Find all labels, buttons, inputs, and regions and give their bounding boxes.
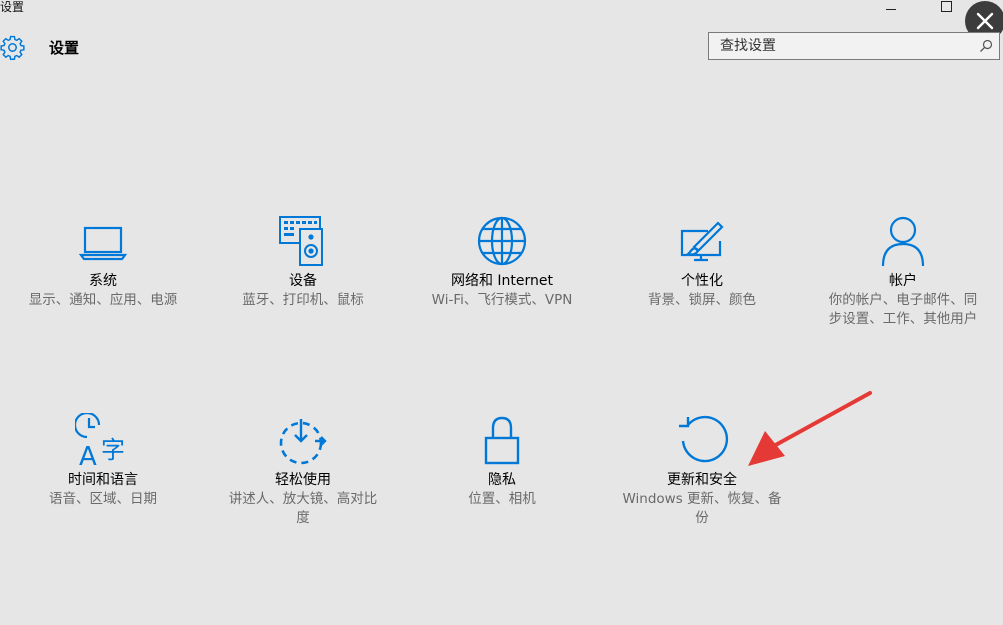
tile-label: 系统 (89, 273, 117, 289)
maximize-icon (940, 0, 952, 12)
search-icon[interactable] (979, 39, 993, 53)
tile-description: 显示、通知、应用、电源 (28, 292, 178, 308)
tile-label: 隐私 (488, 472, 516, 488)
time-language-icon: A 字 (75, 413, 125, 469)
tile-privacy[interactable]: 隐私 位置、相机 (407, 413, 597, 509)
person-icon (881, 216, 925, 267)
tile-description: Windows 更新、恢复、备份 (622, 491, 782, 526)
minimize-button[interactable] (879, 0, 903, 16)
minimize-icon (886, 8, 896, 10)
tile-label: 轻松使用 (275, 472, 331, 488)
tile-label: 帐户 (889, 273, 917, 289)
globe-icon (477, 216, 527, 266)
ease-of-access-timer-icon (279, 419, 327, 465)
tile-label: 更新和安全 (667, 472, 737, 488)
search-box[interactable] (708, 32, 1000, 60)
tile-description: 你的帐户、电子邮件、同步设置、工作、其他用户 (828, 292, 978, 327)
tile-personalization[interactable]: 个性化 背景、锁屏、颜色 (607, 214, 797, 310)
tile-devices[interactable]: 设备 蓝牙、打印机、鼠标 (208, 214, 398, 310)
gear-icon (0, 35, 25, 60)
tile-accounts[interactable]: 帐户 你的帐户、电子邮件、同步设置、工作、其他用户 (808, 214, 998, 329)
tile-description: 背景、锁屏、颜色 (648, 292, 756, 308)
keyboard-speaker-icon (279, 216, 323, 266)
tile-label: 设备 (289, 273, 317, 289)
lock-icon (484, 416, 520, 465)
tile-description: Wi-Fi、飞行模式、VPN (431, 292, 573, 308)
close-x-icon (976, 12, 994, 30)
maximize-button[interactable] (934, 0, 958, 16)
tile-time-language[interactable]: A 字 时间和语言 语音、区域、日期 (8, 413, 198, 509)
tile-description: 语音、区域、日期 (49, 491, 157, 507)
svg-text:A: A (79, 442, 97, 469)
tile-label: 个性化 (681, 273, 723, 289)
tile-label: 时间和语言 (68, 472, 138, 488)
tile-description: 讲述人、放大镜、高对比度 (228, 491, 378, 526)
svg-text:字: 字 (101, 436, 125, 464)
tile-description: 蓝牙、打印机、鼠标 (242, 292, 364, 308)
tile-network[interactable]: 网络和 Internet Wi-Fi、飞行模式、VPN (407, 214, 597, 310)
window-title: 设置 (0, 0, 25, 14)
tile-ease-of-access[interactable]: 轻松使用 讲述人、放大镜、高对比度 (208, 413, 398, 528)
tile-description: 位置、相机 (468, 491, 536, 507)
tile-system[interactable]: 系统 显示、通知、应用、电源 (8, 214, 198, 310)
laptop-icon (78, 226, 128, 261)
refresh-arrow-icon (679, 415, 729, 463)
paint-brush-screen-icon (680, 221, 724, 262)
search-input[interactable] (709, 33, 980, 59)
page-title: 设置 (49, 39, 80, 57)
tile-update-security[interactable]: 更新和安全 Windows 更新、恢复、备份 (607, 413, 797, 528)
tile-label: 网络和 Internet (450, 273, 554, 289)
